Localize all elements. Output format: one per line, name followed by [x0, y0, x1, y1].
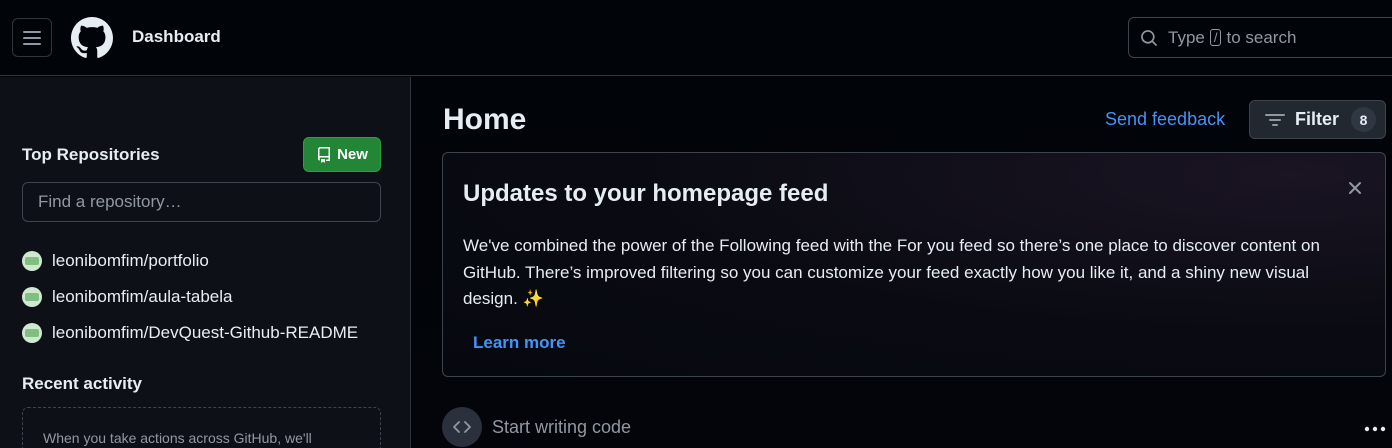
- search-placeholder: Type / to search: [1168, 28, 1296, 48]
- repo-link-aula-tabela[interactable]: leonibomfim/aula-tabela: [22, 279, 358, 315]
- search-suffix: to search: [1226, 27, 1297, 47]
- search-shortcut-key: /: [1209, 29, 1222, 46]
- filter-icon: [1265, 113, 1285, 126]
- new-button-label: New: [337, 146, 368, 163]
- menu-button[interactable]: [12, 18, 52, 57]
- card-title: Updates to your homepage feed: [463, 180, 829, 207]
- find-repository-input[interactable]: [22, 182, 381, 222]
- repo-name: leonibomfim/portfolio: [52, 251, 209, 270]
- start-writing-code-row[interactable]: Start writing code: [442, 407, 631, 447]
- dashboard-title[interactable]: Dashboard: [132, 27, 221, 47]
- filter-label: Filter: [1295, 109, 1340, 129]
- page-title: Home: [443, 103, 527, 136]
- feed-update-card: Updates to your homepage feed We've comb…: [442, 152, 1386, 377]
- avatar: [22, 251, 42, 271]
- learn-more-link[interactable]: Learn more: [473, 333, 566, 353]
- filter-button[interactable]: Filter 8: [1249, 100, 1386, 139]
- repo-link-devquest[interactable]: leonibomfim/DevQuest-Github-README: [22, 315, 358, 351]
- repo-list: leonibomfim/portfolio leonibomfim/aula-t…: [22, 243, 358, 351]
- close-button[interactable]: [1344, 177, 1366, 199]
- search-icon: [1141, 29, 1157, 46]
- kebab-horizontal-icon[interactable]: [1364, 415, 1386, 438]
- top-header: Dashboard Type / to search: [0, 0, 1392, 76]
- recent-activity-box: When you take actions across GitHub, we'…: [22, 407, 381, 448]
- github-logo-icon[interactable]: [71, 17, 113, 59]
- search-prefix: Type: [1168, 27, 1205, 47]
- repo-name: leonibomfim/DevQuest-Github-README: [52, 323, 359, 342]
- search-input[interactable]: Type / to search: [1128, 17, 1392, 58]
- sidebar: Top Repositories New leonibomfim/portfol…: [0, 77, 411, 448]
- close-icon: [1349, 182, 1361, 194]
- code-icon: [442, 407, 482, 447]
- top-repositories-title: Top Repositories: [22, 145, 160, 164]
- avatar: [22, 287, 42, 307]
- card-body: We've combined the power of the Followin…: [463, 236, 1320, 308]
- repo-name: leonibomfim/aula-tabela: [52, 287, 233, 306]
- new-repo-button[interactable]: New: [303, 137, 381, 172]
- repo-icon: [318, 146, 331, 163]
- send-feedback-link[interactable]: Send feedback: [1105, 109, 1225, 130]
- main-content: Home Send feedback Filter 8 Updates to y…: [412, 77, 1392, 448]
- hamburger-icon: [23, 30, 41, 45]
- start-writing-code-label: Start writing code: [492, 416, 632, 437]
- repo-link-portfolio[interactable]: leonibomfim/portfolio: [22, 243, 358, 279]
- avatar: [22, 323, 42, 343]
- filter-count-badge: 8: [1351, 107, 1377, 132]
- recent-activity-title: Recent activity: [22, 374, 142, 393]
- recent-activity-text: When you take actions across GitHub, we'…: [43, 430, 312, 446]
